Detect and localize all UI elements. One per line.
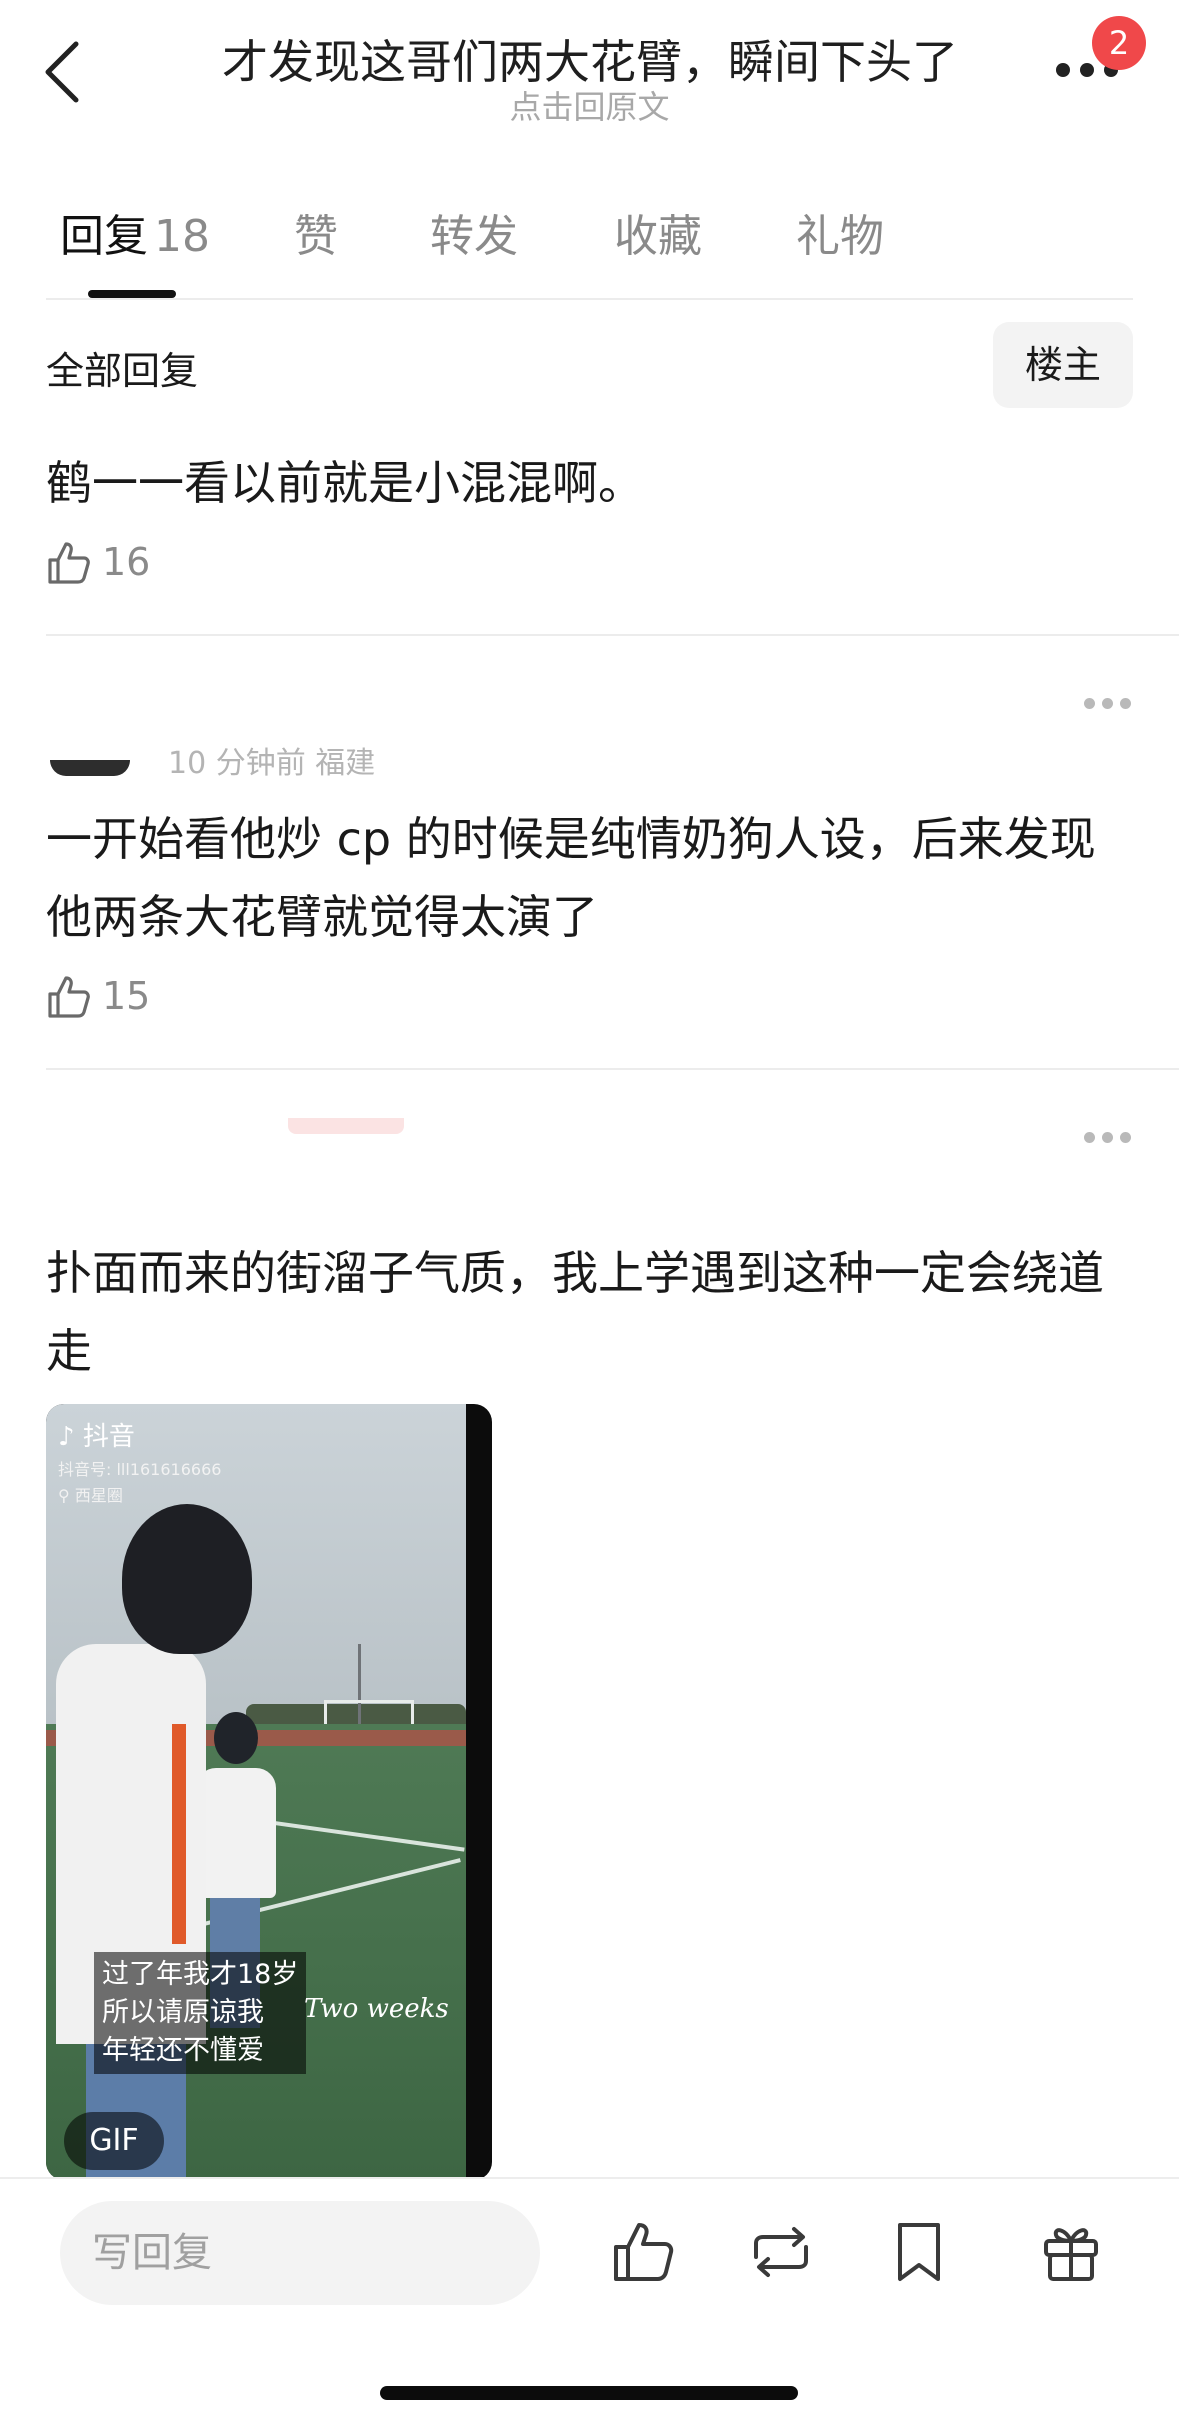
repost-button[interactable] <box>746 2217 816 2287</box>
user-tag <box>288 1118 404 1134</box>
like-icon <box>614 2223 674 2281</box>
comment-text[interactable]: 鹤一一看以前就是小混混啊。 <box>46 444 1136 522</box>
douyin-account-id: 抖音号: lll161616666 <box>58 1460 222 1479</box>
more-dots-icon <box>1084 1132 1095 1143</box>
like-count: 15 <box>102 974 151 1018</box>
owner-only-button[interactable]: 楼主 <box>993 322 1133 408</box>
bookmark-icon <box>898 2223 940 2281</box>
douyin-location: ⚲ 西星圈 <box>58 1482 123 1506</box>
tab-replies-count: 18 <box>154 211 210 262</box>
bookmark-button[interactable] <box>884 2217 954 2287</box>
all-replies-label: 全部回复 <box>46 349 199 393</box>
comment-meta: 10 分钟前 福建 <box>168 746 376 781</box>
notification-badge: 2 <box>1092 16 1146 70</box>
like-post-button[interactable] <box>608 2217 678 2287</box>
gif-badge: GIF <box>64 2112 164 2170</box>
more-dots-icon <box>1084 698 1095 709</box>
active-tab-indicator <box>88 290 176 298</box>
comment-more-button[interactable] <box>1082 1132 1132 1146</box>
caption-line: 所以请原谅我 <box>102 1997 264 2028</box>
comment-more-button[interactable] <box>1082 698 1132 712</box>
back-to-original-link[interactable]: 点击回原文 <box>0 82 1179 128</box>
divider <box>46 1068 1179 1070</box>
thumbs-up-icon <box>48 542 90 584</box>
tab-reposts[interactable]: 转发 <box>430 200 518 264</box>
douyin-location-text: 西星圈 <box>74 1486 123 1505</box>
tab-likes[interactable]: 赞 <box>294 200 338 264</box>
avatar[interactable] <box>50 760 130 776</box>
overlay-text: Two weeks <box>304 1994 449 2024</box>
repost-icon <box>754 2227 808 2277</box>
douyin-logo-icon: ♪ <box>58 1422 75 1452</box>
tab-replies-label: 回复 <box>60 211 148 262</box>
comment-text[interactable]: 一开始看他炒 cp 的时候是纯情奶狗人设，后来发现他两条大花臂就觉得太演了 <box>46 800 1136 956</box>
divider <box>46 634 1179 636</box>
caption-line: 年轻还不懂爱 <box>102 2035 264 2066</box>
top-nav-bar: 才发现这哥们两大花臂，瞬间下头了 点击回原文 2 <box>0 0 1179 140</box>
tab-gifts[interactable]: 礼物 <box>796 200 884 264</box>
search-icon: ⚲ <box>58 1486 75 1505</box>
tab-bar: 回复 18 赞 转发 收藏 礼物 <box>0 200 1179 300</box>
caption-line: 过了年我才18岁 <box>102 1959 299 1990</box>
more-dots-icon <box>1056 63 1070 77</box>
thumbs-up-icon <box>48 976 90 1018</box>
comment-gif-image[interactable]: ♪ 抖音 抖音号: lll161616666 ⚲ 西星圈 过了年我才18岁 所以… <box>46 1404 492 2180</box>
reply-input[interactable]: 写回复 <box>60 2201 540 2305</box>
home-indicator[interactable] <box>380 2386 798 2400</box>
video-caption: 过了年我才18岁 所以请原谅我 年轻还不懂爱 <box>94 1952 307 2074</box>
gif-frame: ♪ 抖音 抖音号: lll161616666 ⚲ 西星圈 过了年我才18岁 所以… <box>46 1404 466 2180</box>
like-count: 16 <box>102 540 151 584</box>
comment-text[interactable]: 扑面而来的街溜子气质，我上学遇到这种一定会绕道走 <box>46 1234 1136 1390</box>
gift-button[interactable] <box>1036 2217 1106 2287</box>
divider <box>46 298 1133 300</box>
gift-icon <box>1044 2228 1098 2281</box>
tab-replies[interactable]: 回复 18 <box>60 200 210 264</box>
douyin-app-name: 抖音 <box>82 1422 135 1452</box>
douyin-watermark: ♪ 抖音 <box>58 1416 135 1453</box>
tab-favorites[interactable]: 收藏 <box>614 200 702 264</box>
